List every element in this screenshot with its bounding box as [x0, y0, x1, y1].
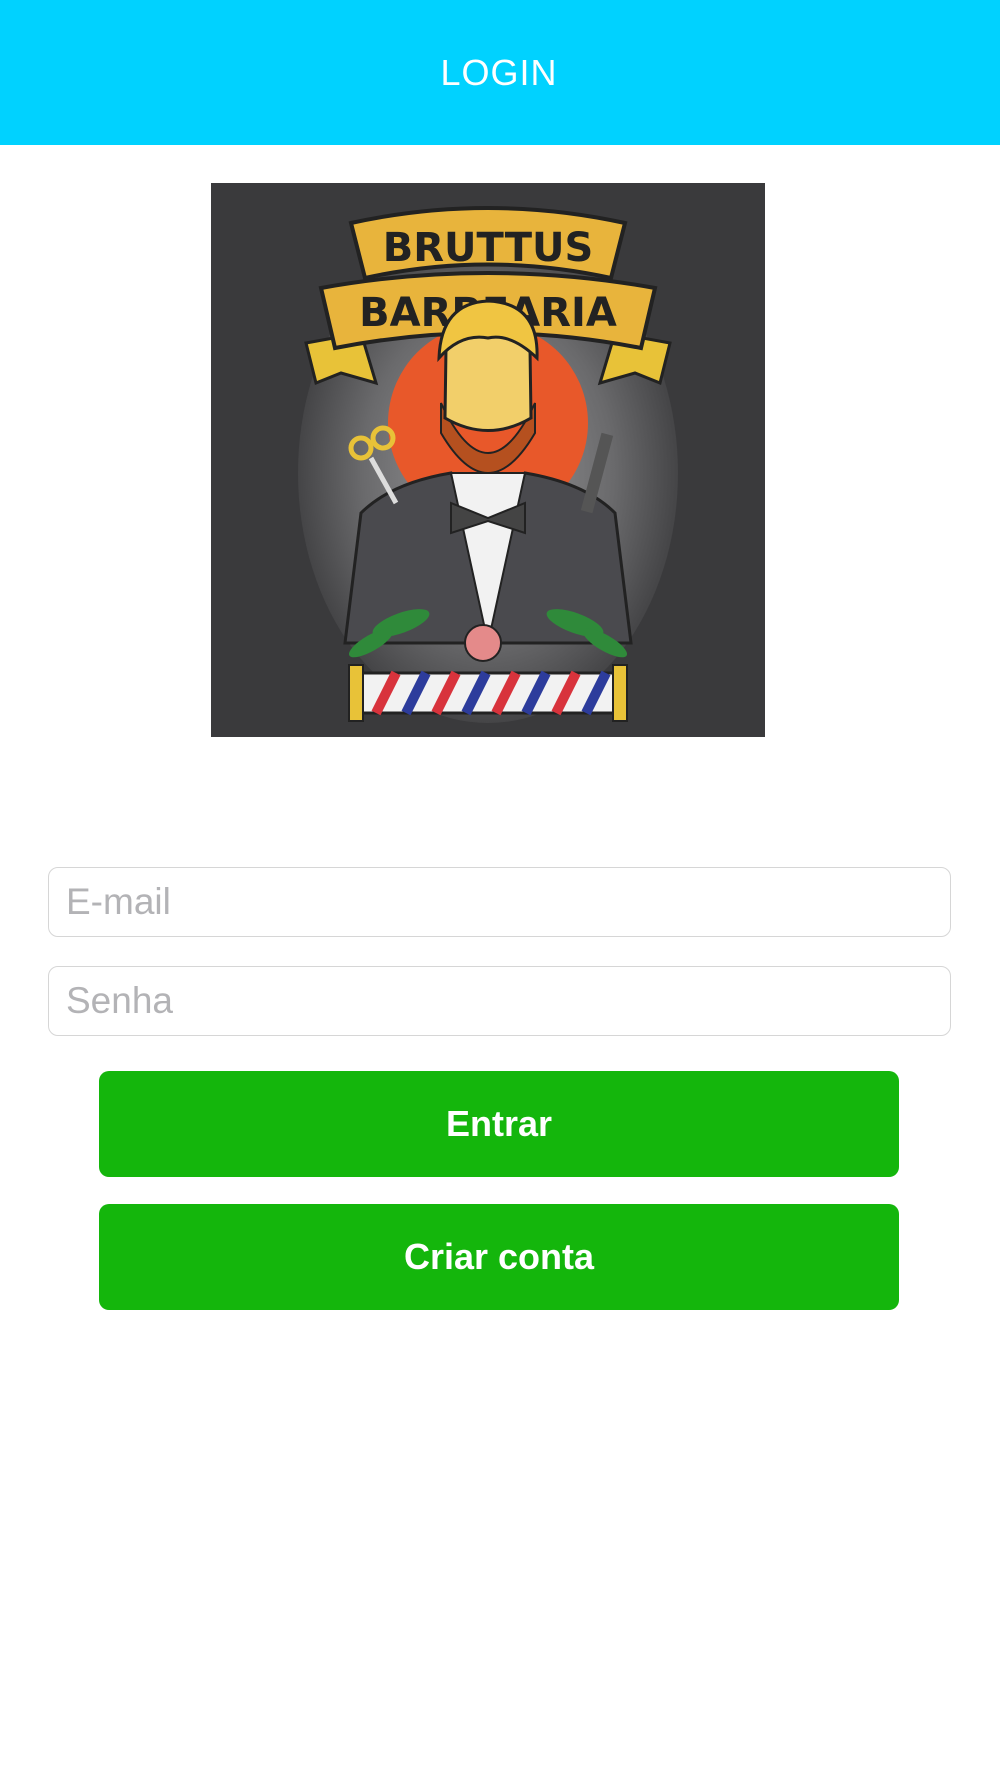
logo-line1: BRUTTUS — [383, 225, 594, 271]
app-header: LOGIN — [0, 0, 1000, 145]
login-button-label: Entrar — [445, 1103, 553, 1144]
page-title: LOGIN — [440, 51, 558, 93]
create-account-button-label: Criar conta — [403, 1236, 595, 1277]
password-input[interactable] — [49, 967, 950, 1035]
barbershop-logo: BRUTTUS BARBEARIA — [211, 183, 765, 737]
password-field[interactable] — [48, 966, 951, 1036]
create-account-button[interactable]: Criar conta — [99, 1204, 899, 1310]
email-field[interactable] — [48, 867, 951, 937]
email-input[interactable] — [49, 868, 950, 936]
login-button[interactable]: Entrar — [99, 1071, 899, 1177]
